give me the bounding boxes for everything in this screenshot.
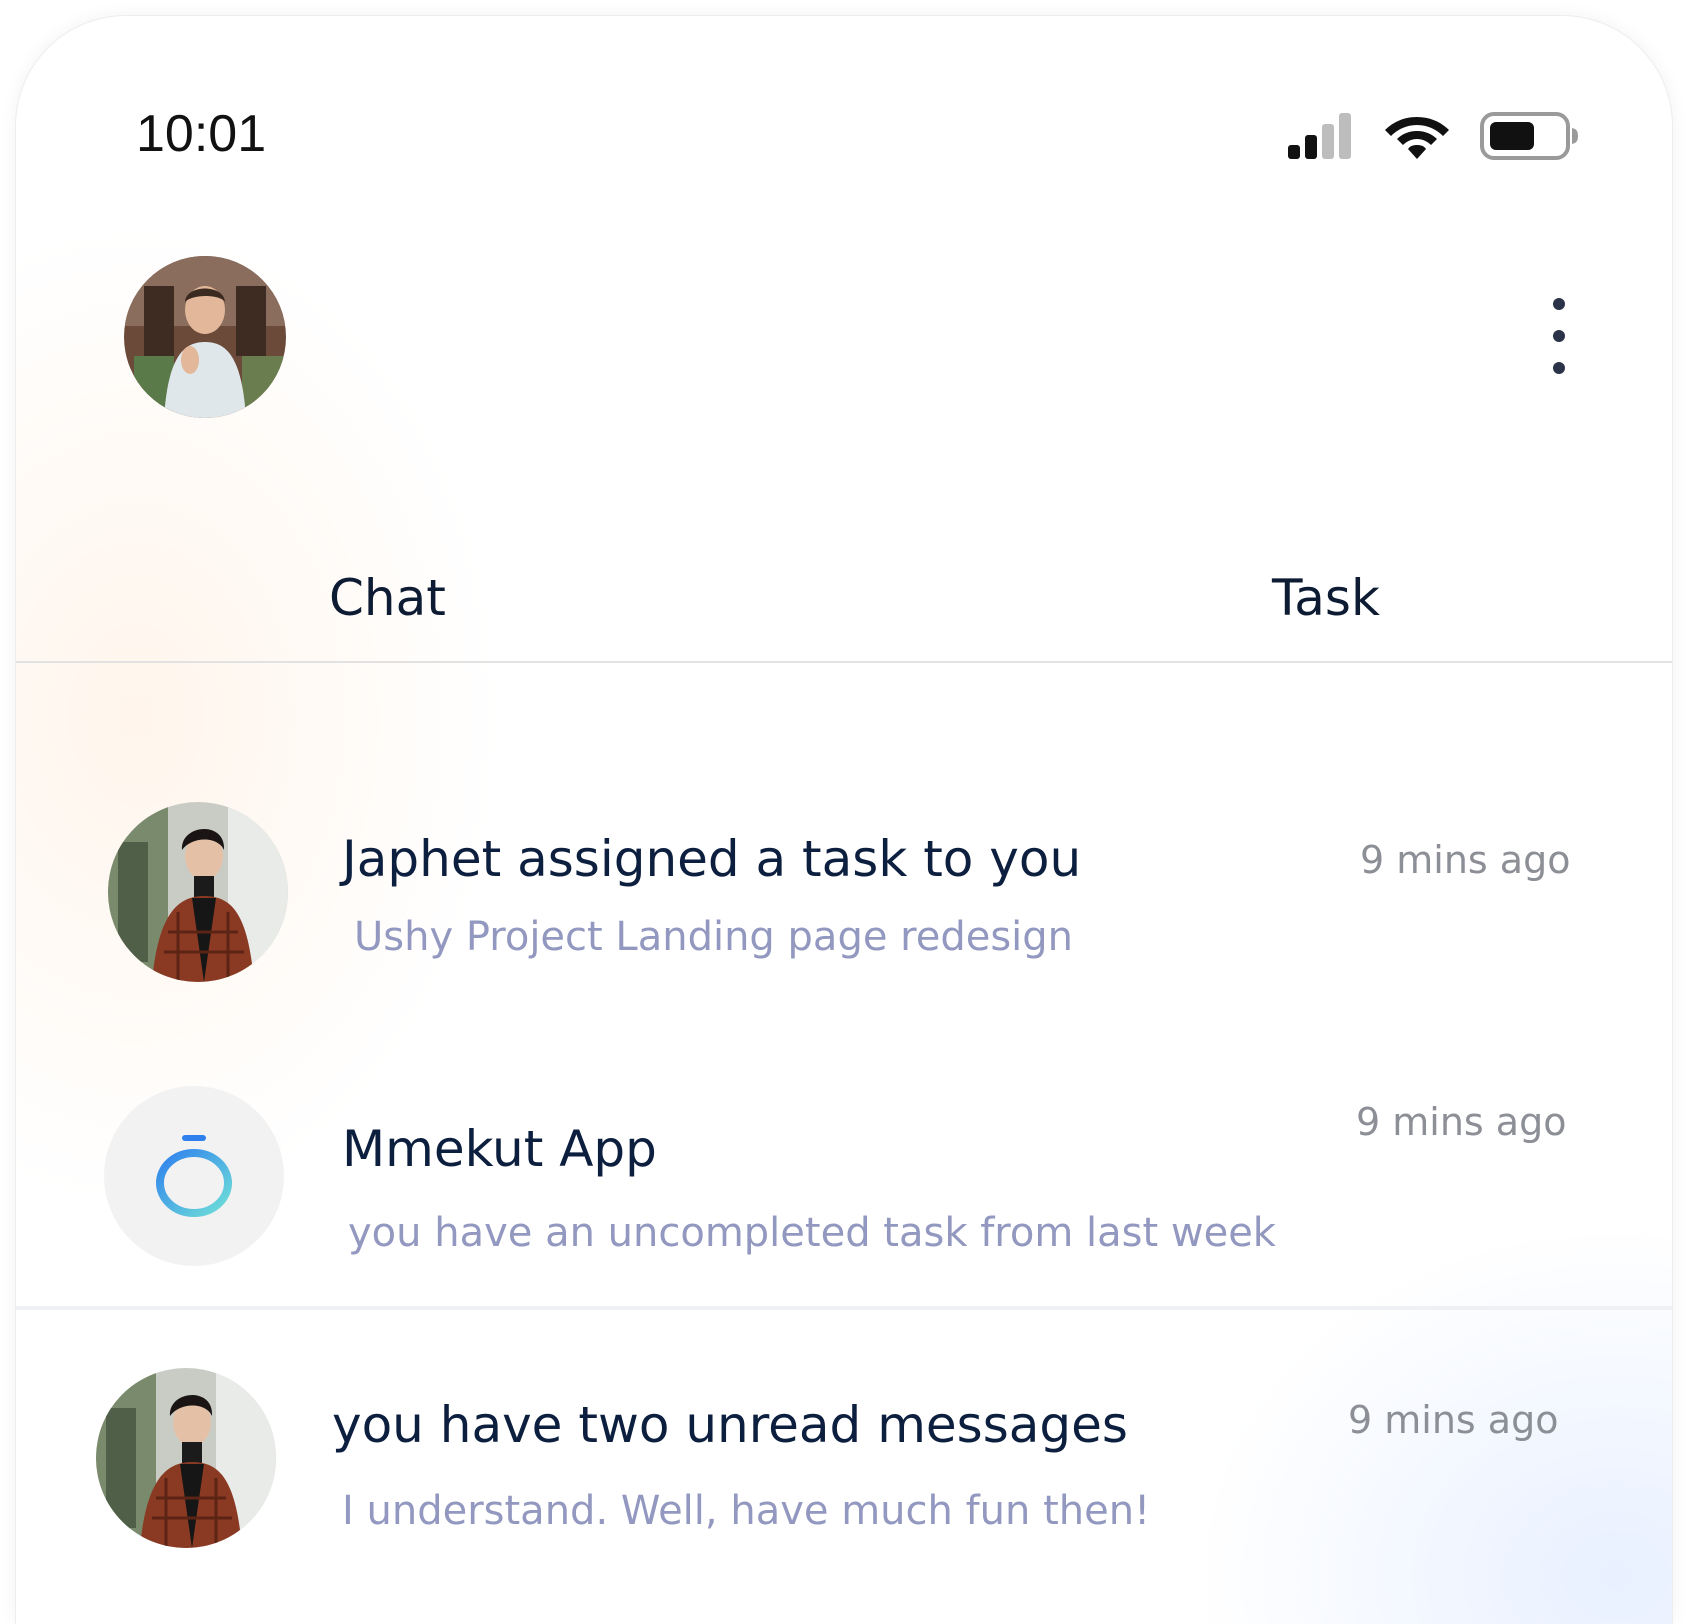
- notification-subtitle: you have an uncompleted task from last w…: [348, 1210, 1276, 1256]
- wifi-icon: [1385, 117, 1449, 159]
- battery-icon: [1480, 112, 1578, 160]
- notification-subtitle: I understand. Well, have much fun then!: [342, 1488, 1151, 1534]
- profile-avatar[interactable]: [124, 256, 286, 418]
- notification-title: Mmekut App: [342, 1120, 657, 1178]
- mmekut-app-logo-icon: [156, 1135, 232, 1217]
- tabs-divider: [16, 661, 1672, 663]
- profile-avatar-image: [124, 256, 286, 418]
- notification-item[interactable]: you have two unread messages I understan…: [16, 1368, 1672, 1568]
- notification-time: 9 mins ago: [1356, 1100, 1567, 1144]
- phone-frame: 10:01 Chat Task Japhet assigned a task t…: [16, 16, 1672, 1624]
- row-divider: [16, 1306, 1672, 1310]
- more-dot: [1553, 330, 1565, 342]
- more-vertical-icon: [1553, 298, 1565, 310]
- more-dot: [1553, 362, 1565, 374]
- status-icons: [1288, 108, 1580, 164]
- notification-title: you have two unread messages: [332, 1396, 1128, 1454]
- notification-time: 9 mins ago: [1348, 1398, 1559, 1442]
- app-avatar: [104, 1086, 284, 1266]
- status-time: 10:01: [136, 105, 267, 163]
- user-avatar: [96, 1368, 276, 1548]
- signal-icon: [1288, 113, 1351, 159]
- notification-item[interactable]: Mmekut App you have an uncompleted task …: [16, 1086, 1672, 1286]
- user-avatar: [108, 802, 288, 982]
- tab-chat[interactable]: Chat: [329, 569, 446, 627]
- notification-item[interactable]: Japhet assigned a task to you Ushy Proje…: [16, 802, 1672, 1002]
- notification-title: Japhet assigned a task to you: [342, 830, 1082, 888]
- more-options-button[interactable]: [1544, 298, 1574, 374]
- tab-task[interactable]: Task: [1272, 569, 1380, 627]
- notification-subtitle: Ushy Project Landing page redesign: [354, 914, 1074, 960]
- notification-time: 9 mins ago: [1360, 838, 1571, 882]
